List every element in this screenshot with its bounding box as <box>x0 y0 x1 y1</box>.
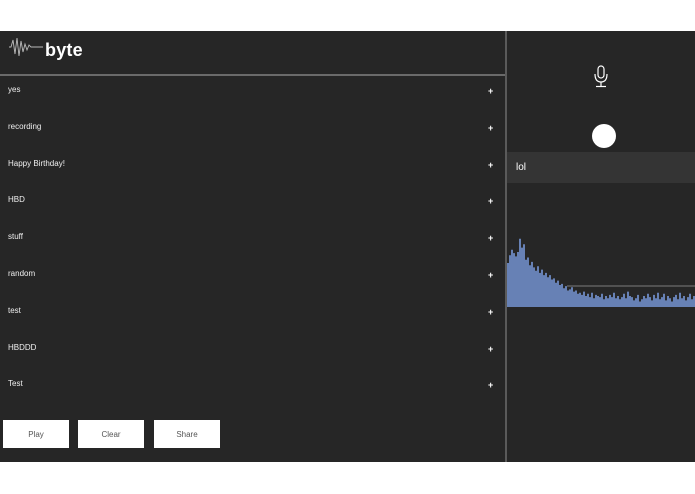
recording-label: stuff <box>8 232 23 242</box>
record-button-icon[interactable] <box>592 124 616 148</box>
recording-name-bar: lol <box>507 152 695 183</box>
add-icon[interactable]: + <box>488 86 493 96</box>
clear-button[interactable]: Clear <box>78 420 144 448</box>
recording-row[interactable]: Happy Birthday! + <box>0 150 505 187</box>
add-icon[interactable]: + <box>488 344 493 354</box>
recording-label: yes <box>8 85 21 94</box>
recording-row[interactable]: recording + <box>0 113 505 150</box>
add-icon[interactable]: + <box>488 123 493 133</box>
recording-label: HBD <box>8 195 25 205</box>
recording-name: lol <box>516 162 527 173</box>
add-icon[interactable]: + <box>488 160 493 170</box>
recording-label: Happy Birthday! <box>8 158 65 168</box>
header: byte <box>0 31 505 76</box>
recording-row[interactable]: stuff + <box>0 223 505 260</box>
recording-row[interactable]: random + <box>0 260 505 297</box>
recording-row[interactable]: test + <box>0 297 505 334</box>
recording-label: Test <box>8 379 23 389</box>
recording-row[interactable]: HBDDD + <box>0 334 505 371</box>
recording-row[interactable]: Test + <box>0 370 505 407</box>
recording-label: HBDDD <box>8 342 37 352</box>
share-button[interactable]: Share <box>154 420 220 448</box>
recordings-list: yes + recording + Happy Birthday! + HBD + stuff +… <box>0 76 505 407</box>
add-icon[interactable]: + <box>488 380 493 390</box>
recording-row[interactable]: yes + <box>0 76 505 113</box>
add-icon[interactable]: + <box>488 307 493 317</box>
recording-label: test <box>8 305 21 315</box>
recording-row[interactable]: HBD + <box>0 186 505 223</box>
logo-text: byte <box>45 40 83 60</box>
play-button[interactable]: Play <box>3 420 69 448</box>
recorder-panel: lol <box>507 31 695 462</box>
recording-label: recording <box>8 121 42 131</box>
waveform-icon <box>9 37 43 57</box>
add-icon[interactable]: + <box>488 196 493 206</box>
add-icon[interactable]: + <box>488 233 493 243</box>
app-window: byte yes + recording + Happy Birthday! + HBD + s… <box>0 31 695 462</box>
microphone-icon[interactable] <box>593 65 609 89</box>
waveform-shape <box>507 238 695 307</box>
recordings-panel: byte yes + recording + Happy Birthday! + HBD + s… <box>0 31 505 462</box>
add-icon[interactable]: + <box>488 270 493 280</box>
waveform-display <box>507 238 695 307</box>
recording-label: random <box>8 268 36 278</box>
